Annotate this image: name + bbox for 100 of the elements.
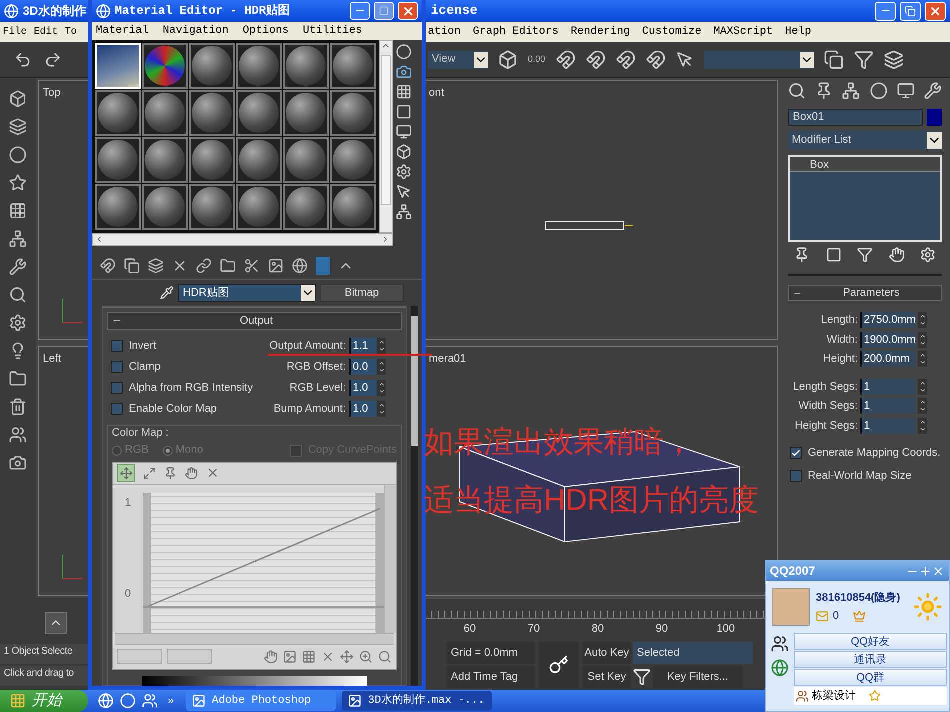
checkbox[interactable] <box>111 340 123 352</box>
taskbar-task[interactable]: Adobe Photoshop <box>186 691 336 711</box>
stack-tool-icon[interactable] <box>888 247 904 263</box>
tool-icon[interactable] <box>9 398 27 416</box>
material-slot[interactable] <box>283 137 329 183</box>
spinner-arrows[interactable] <box>377 401 386 417</box>
menu-item[interactable]: Material <box>96 22 149 40</box>
menu-item[interactable]: Edit <box>34 24 58 40</box>
tool-icon[interactable] <box>9 426 27 444</box>
checkbox[interactable] <box>790 447 802 460</box>
material-slot[interactable] <box>142 137 188 183</box>
stack-tool-icon[interactable] <box>920 247 936 263</box>
snap-value[interactable]: 0.00 <box>528 52 546 66</box>
active-toggle-icon[interactable] <box>316 256 330 274</box>
spinner-arrows[interactable] <box>918 332 927 348</box>
tool-icon[interactable] <box>9 258 27 276</box>
tool-icon[interactable] <box>9 90 27 108</box>
maximize-button[interactable] <box>374 2 394 20</box>
panel-tab-icon[interactable] <box>924 82 942 100</box>
vertical-scrollbar[interactable] <box>379 40 393 233</box>
undo-icon[interactable] <box>14 50 32 68</box>
material-slot[interactable] <box>236 43 282 89</box>
material-slot[interactable] <box>236 90 282 136</box>
layers-icon[interactable] <box>884 50 904 70</box>
horizontal-scrollbar[interactable] <box>92 233 393 246</box>
globe-icon[interactable] <box>771 659 789 677</box>
rollout-header[interactable]: Parameters <box>788 285 942 301</box>
material-slot[interactable] <box>189 43 235 89</box>
map-type-button[interactable]: Bitmap <box>320 284 404 302</box>
vertical-scrollbar[interactable] <box>411 306 418 686</box>
tool-icon[interactable] <box>9 314 27 332</box>
material-slot[interactable] <box>142 43 188 89</box>
spinner-arrows[interactable] <box>918 378 927 395</box>
menu-item[interactable]: Utilities <box>303 22 362 40</box>
pan-icon[interactable] <box>185 466 198 480</box>
toggle-button[interactable] <box>45 612 67 634</box>
menu-item[interactable]: Options <box>242 22 290 40</box>
move-tool-button[interactable] <box>117 464 135 482</box>
minimize-button[interactable] <box>875 2 896 20</box>
close-button[interactable] <box>398 2 418 20</box>
material-slot[interactable] <box>95 137 141 183</box>
selection-set-dropdown[interactable] <box>704 50 814 68</box>
material-slot[interactable] <box>142 184 188 230</box>
material-slot[interactable] <box>236 184 282 230</box>
material-slot[interactable] <box>283 90 329 136</box>
menu-item[interactable]: Help <box>785 24 812 40</box>
spinner-arrows[interactable] <box>918 418 927 434</box>
auto-key-button[interactable]: Auto Key <box>583 642 631 664</box>
tool-icon[interactable] <box>9 174 27 192</box>
spinner-arrows[interactable] <box>918 312 927 328</box>
search-icon[interactable] <box>378 650 392 664</box>
material-slot[interactable] <box>330 137 376 183</box>
material-slot[interactable] <box>330 90 376 136</box>
spinner-arrows[interactable] <box>377 338 386 354</box>
key-mode-dropdown[interactable]: Selected <box>633 642 753 664</box>
add-time-tag-button[interactable]: Add Time Tag <box>447 666 535 688</box>
checkbox[interactable] <box>790 470 802 482</box>
qq-tab-button[interactable]: QQ好友 <box>794 633 947 650</box>
delete-point-icon[interactable] <box>206 466 220 480</box>
menu-item[interactable]: Customize <box>642 24 702 40</box>
object-color-swatch[interactable] <box>927 109 942 126</box>
number-field[interactable]: 1 <box>860 418 916 434</box>
material-name-dropdown[interactable]: HDR贴图 <box>178 284 316 302</box>
tool-icon[interactable] <box>9 118 27 136</box>
number-field[interactable]: 1900.0mm <box>860 332 916 348</box>
more-icons-button[interactable]: » <box>168 692 174 710</box>
material-slot[interactable] <box>330 184 376 230</box>
view-dropdown[interactable]: View <box>428 50 488 68</box>
qq-tab-button[interactable]: 通讯录 <box>794 651 947 668</box>
restore-button[interactable] <box>900 2 921 20</box>
stack-tool-icon[interactable] <box>794 247 810 263</box>
stack-item[interactable]: Box <box>790 157 940 172</box>
key-button[interactable] <box>539 642 579 688</box>
panel-tab-icon[interactable] <box>896 82 915 100</box>
menu-item[interactable]: Graph Editors <box>473 24 559 40</box>
eyedropper-icon[interactable] <box>160 286 174 300</box>
spinner-arrows[interactable] <box>918 398 927 414</box>
minimize-button[interactable] <box>350 2 370 20</box>
maximize-icon[interactable] <box>919 564 932 578</box>
material-slot[interactable] <box>283 184 329 230</box>
number-field[interactable]: 1.0 <box>349 380 377 396</box>
number-field[interactable]: 1.1 <box>349 338 377 354</box>
menu-item[interactable]: Navigation <box>162 22 229 40</box>
menu-item[interactable]: To <box>65 24 78 40</box>
menu-item[interactable]: Rendering <box>570 24 630 40</box>
material-slot[interactable] <box>189 184 235 230</box>
tool-icon[interactable] <box>9 146 27 164</box>
spinner-arrows[interactable] <box>918 351 927 368</box>
stack-tool-icon[interactable] <box>857 247 873 263</box>
panel-tab-icon[interactable] <box>870 82 888 100</box>
redo-icon[interactable] <box>44 50 62 68</box>
checkbox[interactable] <box>111 361 123 373</box>
stack-tool-icon[interactable] <box>826 247 842 263</box>
rollout-header[interactable]: Output <box>107 312 402 330</box>
number-field[interactable]: 2750.0mm <box>860 312 916 328</box>
spinner-arrows[interactable] <box>377 380 386 396</box>
set-key-button[interactable]: Set Key <box>583 666 631 688</box>
input-field[interactable] <box>167 649 212 664</box>
zoom-icon[interactable] <box>359 650 373 664</box>
panel-tab-icon[interactable] <box>788 82 806 100</box>
